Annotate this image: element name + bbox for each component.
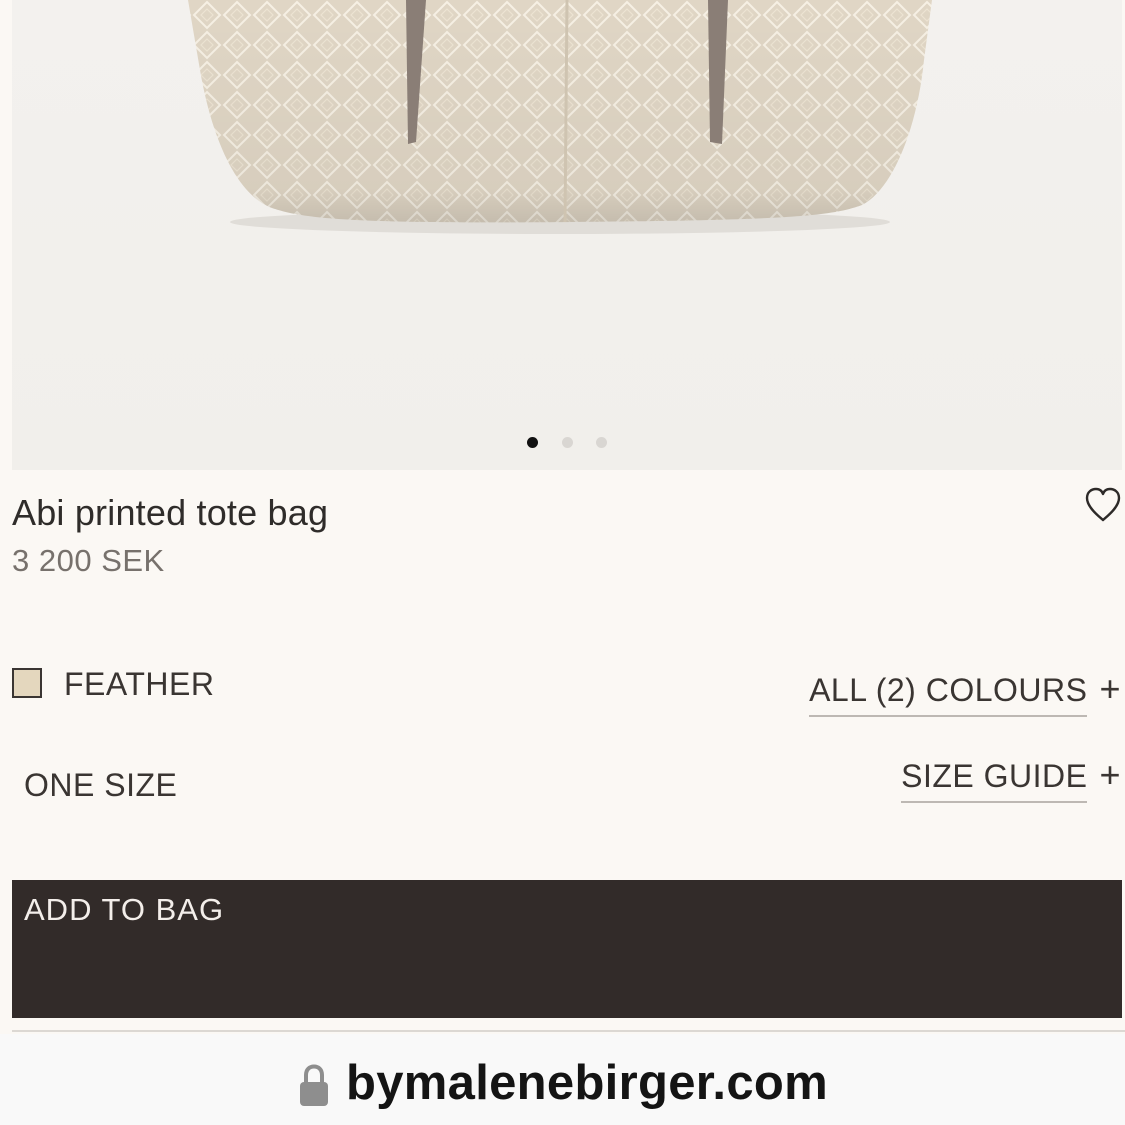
wishlist-button[interactable] (1083, 486, 1123, 524)
add-to-bag-label: ADD TO BAG (24, 892, 225, 927)
product-title: Abi printed tote bag (12, 492, 329, 533)
all-colours-label: ALL (2) COLOURS (809, 672, 1088, 717)
pagination-dot[interactable] (562, 437, 573, 448)
product-price: 3 200 SEK (12, 543, 165, 578)
selected-colour-label: FEATHER (64, 666, 215, 702)
lock-icon (300, 1064, 328, 1106)
tote-bag-image (188, 0, 932, 234)
size-guide-link[interactable]: SIZE GUIDE + (901, 754, 1121, 803)
gallery-pagination (0, 437, 1125, 449)
plus-icon: + (1099, 754, 1121, 795)
product-page: Abi printed tote bag 3 200 SEK FEATHER A… (0, 0, 1125, 1125)
size-guide-label: SIZE GUIDE (901, 758, 1088, 803)
plus-icon: + (1099, 668, 1121, 709)
all-colours-link[interactable]: ALL (2) COLOURS + (809, 668, 1121, 717)
pagination-dot[interactable] (596, 437, 607, 448)
heart-icon (1085, 487, 1121, 522)
colour-swatch-feather[interactable] (12, 668, 42, 698)
add-to-bag-button[interactable]: ADD TO BAG (12, 880, 1122, 1018)
selected-size-label: ONE SIZE (24, 767, 178, 803)
browser-domain: bymalenebirger.com (346, 1056, 828, 1110)
pagination-dot-active[interactable] (527, 437, 538, 448)
product-image-gallery[interactable] (12, 0, 1122, 470)
divider (12, 1030, 1125, 1032)
